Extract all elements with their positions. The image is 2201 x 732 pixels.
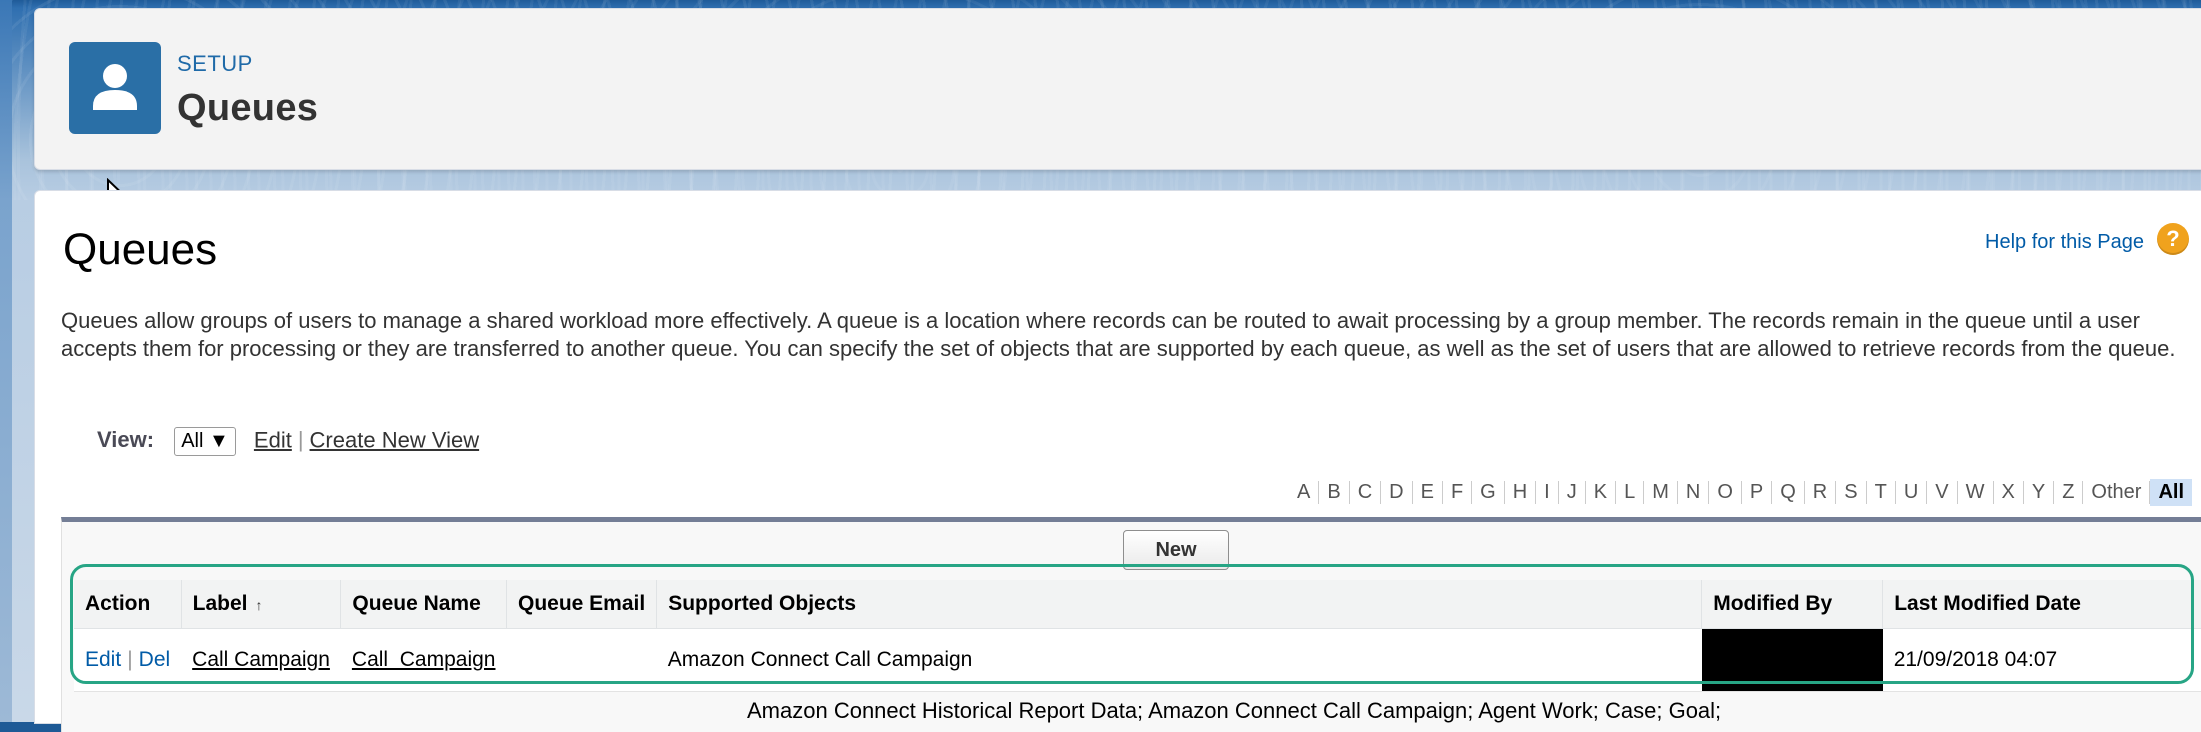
divider: | <box>297 427 304 453</box>
help-icon[interactable]: ? <box>2157 223 2189 255</box>
alpha-filter-r[interactable]: R <box>1805 481 1837 504</box>
column-header-queue-email[interactable]: Queue Email <box>506 580 658 629</box>
alpha-filter-s[interactable]: S <box>1836 481 1867 504</box>
column-header-label[interactable]: Label ↑ <box>181 580 342 629</box>
column-header-action: Action <box>74 580 182 629</box>
page-description: Queues allow groups of users to manage a… <box>61 308 2176 361</box>
table-row: Edit | Del Call Campaign Call_Campaign Ama… <box>74 628 2201 692</box>
column-header-last-modified-date[interactable]: Last Modified Date <box>1882 580 2201 629</box>
alpha-filter-d[interactable]: D <box>1381 481 1413 504</box>
alpha-filter-w[interactable]: W <box>1958 481 1994 504</box>
queue-name-link[interactable]: Call_Campaign <box>352 648 496 671</box>
header-eyebrow: SETUP <box>177 51 253 76</box>
alpha-filter-c[interactable]: C <box>1350 481 1382 504</box>
view-label: View: <box>97 427 155 453</box>
table-header-row: Action Label ↑ Queue Name Queue Email Sup… <box>74 580 2201 629</box>
alpha-filter-y[interactable]: Y <box>2024 481 2055 504</box>
new-queue-button[interactable]: New <box>1123 530 1229 570</box>
queue-name-cell: Call_Campaign <box>340 628 507 692</box>
alpha-filter-j[interactable]: J <box>1559 481 1586 504</box>
edit-action-link[interactable]: Edit <box>85 648 121 671</box>
next-row-supported-objects: Amazon Connect Historical Report Data; A… <box>747 698 1722 723</box>
column-header-label-text: Label <box>192 592 248 615</box>
divider: | <box>127 648 133 671</box>
alpha-filter-u[interactable]: U <box>1896 481 1928 504</box>
alpha-filter-z[interactable]: Z <box>2054 481 2084 504</box>
main-content: Queues Help for this Page ? Queues allow… <box>34 190 2201 732</box>
alpha-filter-a[interactable]: A <box>1289 481 1320 504</box>
column-header-supported-objects[interactable]: Supported Objects <box>656 580 1703 629</box>
edit-view-link[interactable]: Edit <box>254 427 292 452</box>
alpha-filter-v[interactable]: V <box>1927 481 1958 504</box>
alpha-filter-h[interactable]: H <box>1505 481 1537 504</box>
alphabet-filter: A B C D E F G H I J K L M N O P Q R S T U V W X Y Z Other All <box>1289 479 2192 506</box>
modified-by-redacted <box>1701 628 1883 692</box>
table-wrap: Action Label ↑ Queue Name Queue Email Sup… <box>74 580 2201 692</box>
supported-objects-cell: Amazon Connect Call Campaign <box>656 628 1702 692</box>
alpha-filter-l[interactable]: L <box>1616 481 1645 504</box>
alpha-filter-q[interactable]: Q <box>1772 481 1805 504</box>
label-cell: Call Campaign <box>181 628 341 692</box>
action-cell: Edit | Del <box>74 628 182 692</box>
alpha-filter-o[interactable]: O <box>1709 481 1742 504</box>
alpha-filter-k[interactable]: K <box>1586 481 1617 504</box>
view-select-value: All <box>181 430 204 452</box>
alpha-filter-i[interactable]: I <box>1536 481 1559 504</box>
queue-table: Action Label ↑ Queue Name Queue Email Sup… <box>74 580 2201 692</box>
alpha-filter-b[interactable]: B <box>1319 481 1350 504</box>
alpha-filter-n[interactable]: N <box>1678 481 1710 504</box>
alpha-filter-f[interactable]: F <box>1443 481 1473 504</box>
left-edge <box>0 0 12 722</box>
queue-label-link[interactable]: Call Campaign <box>192 648 330 671</box>
user-icon <box>69 42 161 134</box>
queue-email-cell <box>506 628 657 692</box>
view-select[interactable]: All ▼ <box>174 427 236 456</box>
column-header-queue-name[interactable]: Queue Name <box>340 580 507 629</box>
alpha-filter-e[interactable]: E <box>1413 481 1443 504</box>
chevron-down-icon: ▼ <box>208 430 229 452</box>
alpha-filter-p[interactable]: P <box>1742 481 1773 504</box>
help-link[interactable]: Help for this Page <box>1985 231 2144 254</box>
alpha-filter-other[interactable]: Other <box>2083 481 2151 504</box>
column-header-modified-by[interactable]: Modified By <box>1701 580 1884 629</box>
alpha-filter-t[interactable]: T <box>1867 481 1896 504</box>
page-title: Queues <box>63 225 218 274</box>
alpha-filter-x[interactable]: X <box>1994 481 2024 504</box>
delete-action-link[interactable]: Del <box>139 648 171 671</box>
create-new-view-link[interactable]: Create New View <box>310 427 480 452</box>
setup-header: SETUP Queues <box>34 8 2201 170</box>
last-modified-cell: 21/09/2018 04:07 <box>1882 628 2201 692</box>
alpha-filter-all[interactable]: All <box>2150 479 2192 506</box>
alpha-filter-g[interactable]: G <box>1472 481 1505 504</box>
view-row: View: All ▼ Edit | Create New View <box>97 427 479 456</box>
sort-ascending-icon: ↑ <box>255 597 263 613</box>
header-title: Queues <box>177 87 319 129</box>
alpha-filter-m[interactable]: M <box>1644 481 1678 504</box>
